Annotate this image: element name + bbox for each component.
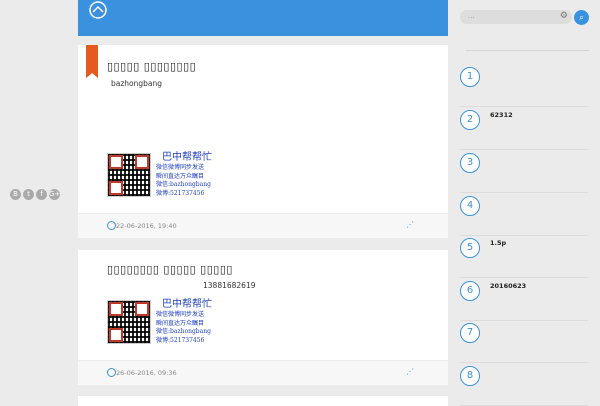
post-footer: 26-06-2016, 09:36 ⋰ [78, 360, 448, 385]
sidebar-item-label: 62312 [490, 111, 513, 119]
sidebar-item[interactable]: 3 [460, 150, 588, 193]
search-input[interactable]: ... ⚙ [460, 10, 572, 24]
brand-name: 巴中帮帮忙 [162, 152, 212, 163]
post-date: 26-06-2016, 09:36 [116, 369, 177, 377]
clock-icon [107, 221, 116, 230]
search-button[interactable]: ⌕ [574, 10, 589, 25]
brand-line: 瞬间直达万众瞩目 [156, 172, 205, 180]
post-title[interactable]: ▯▯▯▯▯▯▯▯ ▯▯▯▯▯ ▯▯▯▯▯ [107, 263, 233, 276]
rank-number: 8 [460, 366, 480, 386]
top-header-bar [78, 0, 448, 36]
sidebar-item[interactable]: 4 [460, 193, 588, 236]
qr-code-image [107, 153, 151, 197]
rank-number: 6 [460, 281, 480, 301]
brand-line: 微信:bazhongbang [156, 328, 211, 335]
share-icon[interactable]: ⋰ [406, 221, 414, 229]
sidebar-item[interactable]: 1 [460, 64, 588, 107]
sidebar-item-label: 1.5p [490, 239, 507, 247]
divider [466, 50, 589, 51]
blog-icon[interactable]: B [10, 189, 21, 200]
google-plus-icon[interactable]: G+ [49, 189, 60, 200]
post-date: 22-06-2016, 19:40 [116, 222, 177, 230]
clock-icon [107, 368, 116, 377]
share-icon[interactable]: ⋰ [406, 368, 414, 376]
rank-number: 3 [460, 153, 480, 173]
twitter-icon[interactable]: t [23, 189, 34, 200]
brand-name: 巴中帮帮忙 [162, 299, 212, 310]
post-excerpt: bazhongbang [111, 79, 163, 88]
brand-block: 巴中帮帮忙 微信微博同步发送 瞬间直达万众瞩目 微信:bazhongbang 微… [156, 299, 212, 345]
brand-line: 微信:bazhongbang [156, 181, 211, 188]
brand-block: 巴中帮帮忙 微信微博同步发送 瞬间直达万众瞩目 微信:bazhongbang 微… [156, 152, 212, 198]
brand-line: 微信微博同步发送 [156, 311, 205, 318]
brand-line: 微博:521737456 [156, 336, 205, 344]
social-links: B t f G+ [10, 189, 60, 200]
post-excerpt: 13881682619 [203, 281, 256, 290]
post-card [78, 396, 448, 406]
sidebar-item[interactable]: 7 [460, 320, 588, 363]
brand-line: 微信微博同步发送 [156, 164, 205, 171]
sidebar-item[interactable]: 2 62312 [460, 107, 588, 150]
rank-number: 5 [460, 238, 480, 258]
bookmark-icon [86, 45, 98, 78]
sidebar-item[interactable]: 6 20160623 [460, 278, 588, 321]
search-icon: ⌕ [579, 13, 584, 22]
brand-line: 瞬间直达万众瞩目 [156, 319, 205, 327]
search-placeholder: ... [468, 12, 475, 20]
post-card: ▯▯▯▯▯ ▯▯▯▯▯▯▯▯ bazhongbang 巴中帮帮忙 微信微博同步发… [78, 45, 448, 238]
rank-number: 4 [460, 196, 480, 216]
sidebar-item-label: 20160623 [490, 282, 527, 290]
rank-number: 2 [460, 110, 480, 130]
gear-icon[interactable]: ⚙ [560, 11, 568, 21]
post-card: ▯▯▯▯▯▯▯▯ ▯▯▯▯▯ ▯▯▯▯▯ 13881682619 巴中帮帮忙 微… [78, 250, 448, 385]
rank-number: 1 [460, 67, 480, 87]
qr-code-image [107, 300, 151, 344]
brand-line: 微博:521737456 [156, 189, 205, 197]
sidebar-item[interactable]: 5 1.5p [460, 235, 588, 278]
post-footer: 22-06-2016, 19:40 ⋰ [78, 213, 448, 238]
post-title[interactable]: ▯▯▯▯▯ ▯▯▯▯▯▯▯▯ [107, 60, 196, 73]
bookmark-tail [86, 73, 98, 78]
facebook-icon[interactable]: f [36, 189, 47, 200]
logo-icon[interactable] [88, 0, 108, 20]
rank-number: 7 [460, 323, 480, 343]
